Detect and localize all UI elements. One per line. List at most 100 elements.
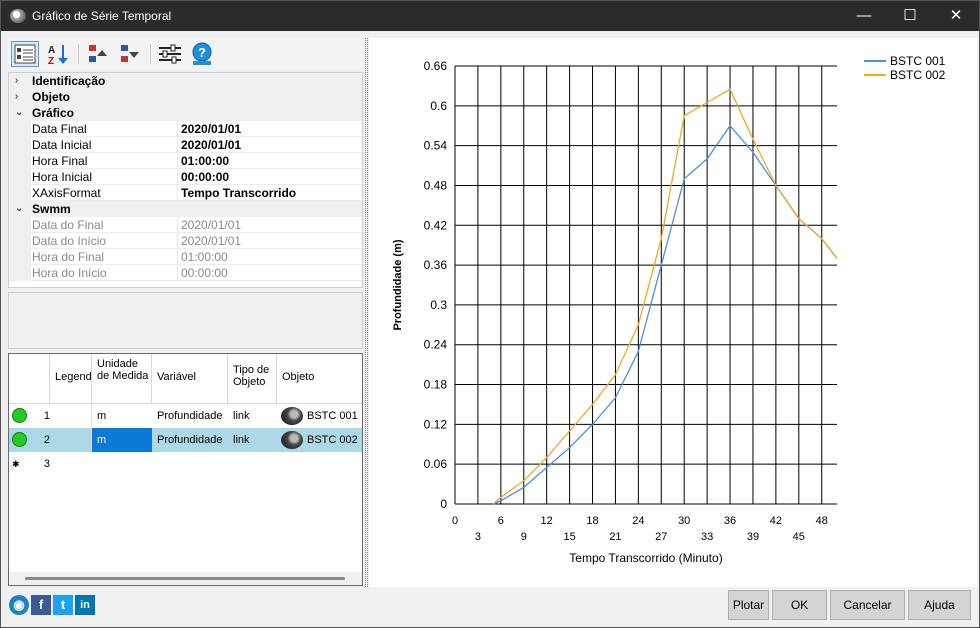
property-row[interactable]: Data do Início 2020/01/01 <box>9 233 362 249</box>
property-value[interactable]: 00:00:00 <box>181 265 228 281</box>
legend-cell[interactable] <box>50 404 92 428</box>
x-tick-label: 48 <box>816 515 828 527</box>
column-divider <box>177 249 178 265</box>
twitter-icon[interactable]: t <box>53 595 73 615</box>
property-value[interactable]: Tempo Transcorrido <box>181 185 296 201</box>
category-swmm[interactable]: ⌄ Swmm <box>9 201 362 217</box>
property-value[interactable]: 01:00:00 <box>181 153 229 169</box>
property-row[interactable]: Hora Inicial 00:00:00 <box>9 169 362 185</box>
x-tick-label: 21 <box>609 531 621 543</box>
col-header-legend[interactable]: Legend <box>50 354 92 404</box>
plot-button[interactable]: Plotar <box>728 590 769 620</box>
property-row[interactable]: Data Inicial 2020/01/01 <box>9 137 362 153</box>
property-row[interactable]: XAxisFormat Tempo Transcorrido <box>9 185 362 201</box>
row-divider <box>31 280 362 281</box>
row-gutter <box>9 137 31 153</box>
property-value[interactable]: 00:00:00 <box>181 169 229 185</box>
row-gutter <box>9 265 31 281</box>
x-tick-label: 42 <box>770 515 782 527</box>
column-divider <box>177 185 178 201</box>
property-row[interactable]: Hora do Início 00:00:00 <box>9 265 362 281</box>
maximize-button[interactable]: ☐ <box>887 1 933 31</box>
y-tick-label: 0.66 <box>424 59 448 73</box>
row-gutter <box>9 153 31 169</box>
property-row[interactable]: Data do Final 2020/01/01 <box>9 217 362 233</box>
move-up-button[interactable] <box>84 41 112 67</box>
new-row[interactable]: ✱ 3 <box>9 452 362 476</box>
cancel-button[interactable]: Cancelar <box>830 590 905 620</box>
object-cell[interactable]: BSTC 002 <box>277 428 362 452</box>
col-header-object[interactable]: Objeto <box>277 354 362 404</box>
sort-az-button[interactable]: AZ <box>44 41 72 67</box>
object-type-cell[interactable]: link <box>228 428 277 452</box>
table-row[interactable]: 1 m Profundidade link BSTC 001 <box>9 404 362 428</box>
main-window: Gráfico de Série Temporal — ☐ ✕ AZ ? › Id… <box>0 0 980 628</box>
minimize-button[interactable]: — <box>841 1 887 31</box>
row-gutter <box>9 169 31 185</box>
panel-splitter[interactable] <box>365 38 368 587</box>
property-value[interactable]: 2020/01/01 <box>181 137 241 153</box>
col-header-unit[interactable]: Unidade de Medida <box>92 354 152 404</box>
x-tick-label: 45 <box>793 531 805 543</box>
table-row[interactable]: 2 m Profundidade link BSTC 002 <box>9 428 362 452</box>
category-identificacao[interactable]: › Identificação <box>9 73 362 89</box>
category-label: Swmm <box>32 202 71 216</box>
property-row[interactable]: Hora Final 01:00:00 <box>9 153 362 169</box>
y-axis-label: Profundidade (m) <box>392 239 404 330</box>
property-row[interactable]: Hora do Final 01:00:00 <box>9 249 362 265</box>
property-name: Data do Final <box>32 218 104 232</box>
variable-cell[interactable]: Profundidade <box>152 404 228 428</box>
category-label: Objeto <box>32 90 70 104</box>
x-tick-label: 30 <box>678 515 690 527</box>
facebook-icon[interactable]: f <box>31 595 51 615</box>
expand-chevron-icon[interactable]: › <box>15 89 18 105</box>
linkedin-icon[interactable]: in <box>75 595 95 615</box>
unit-cell[interactable]: m <box>92 428 152 452</box>
category-objeto[interactable]: › Objeto <box>9 89 362 105</box>
x-axis-label: Tempo Transcorrido (Minuto) <box>569 551 722 565</box>
property-value[interactable]: 2020/01/01 <box>181 217 241 233</box>
legend-entry: BSTC 001 <box>890 54 946 68</box>
column-divider <box>177 217 178 233</box>
new-row-marker-icon: ✱ <box>12 459 20 469</box>
property-value[interactable]: 01:00:00 <box>181 249 228 265</box>
categorized-view-icon <box>14 44 36 64</box>
x-tick-label: 39 <box>747 531 759 543</box>
close-button[interactable]: ✕ <box>933 1 979 31</box>
x-tick-label: 9 <box>521 531 527 543</box>
horizontal-scrollbar[interactable] <box>9 572 362 585</box>
app-logo-icon[interactable]: ◉ <box>9 595 29 615</box>
unit-cell[interactable]: m <box>92 404 152 428</box>
move-down-button[interactable] <box>116 41 144 67</box>
object-type-cell[interactable]: link <box>228 404 277 428</box>
object-cell[interactable]: BSTC 001 <box>277 404 362 428</box>
legend-cell[interactable] <box>50 428 92 452</box>
variable-cell[interactable]: Profundidade <box>152 428 228 452</box>
expand-chevron-icon[interactable]: › <box>15 73 18 89</box>
category-grafico[interactable]: ⌄ Gráfico <box>9 105 362 121</box>
property-value[interactable]: 2020/01/01 <box>181 121 241 137</box>
x-tick-label: 0 <box>452 515 458 527</box>
property-value[interactable]: 2020/01/01 <box>181 233 241 249</box>
sort-z-letter: Z <box>48 56 54 66</box>
expand-chevron-icon[interactable]: ⌄ <box>15 105 23 121</box>
column-divider <box>177 265 178 281</box>
property-row[interactable]: Data Final 2020/01/01 <box>9 121 362 137</box>
sort-az-icon: AZ <box>48 45 68 67</box>
x-tick-label: 3 <box>475 531 481 543</box>
expand-chevron-icon[interactable]: ⌄ <box>15 201 23 217</box>
categorized-view-button[interactable] <box>11 41 39 67</box>
bottom-bar: ◉ f t in Plotar OK Cancelar Ajuda <box>1 587 979 627</box>
sort-a-letter: A <box>48 45 55 56</box>
help-button-toolbar[interactable]: ? <box>188 41 216 67</box>
settings-button[interactable] <box>156 41 184 67</box>
status-dot-icon <box>12 432 27 447</box>
title-bar[interactable]: Gráfico de Série Temporal — ☐ ✕ <box>1 1 979 31</box>
category-label: Gráfico <box>32 106 75 120</box>
col-header-object-type[interactable]: Tipo de Objeto <box>228 354 277 404</box>
help-button[interactable]: Ajuda <box>908 590 971 620</box>
scrollbar-thumb[interactable] <box>25 577 345 580</box>
y-tick-label: 0 <box>440 497 447 511</box>
col-header-variable[interactable]: Variável <box>152 354 228 404</box>
ok-button[interactable]: OK <box>772 590 827 620</box>
